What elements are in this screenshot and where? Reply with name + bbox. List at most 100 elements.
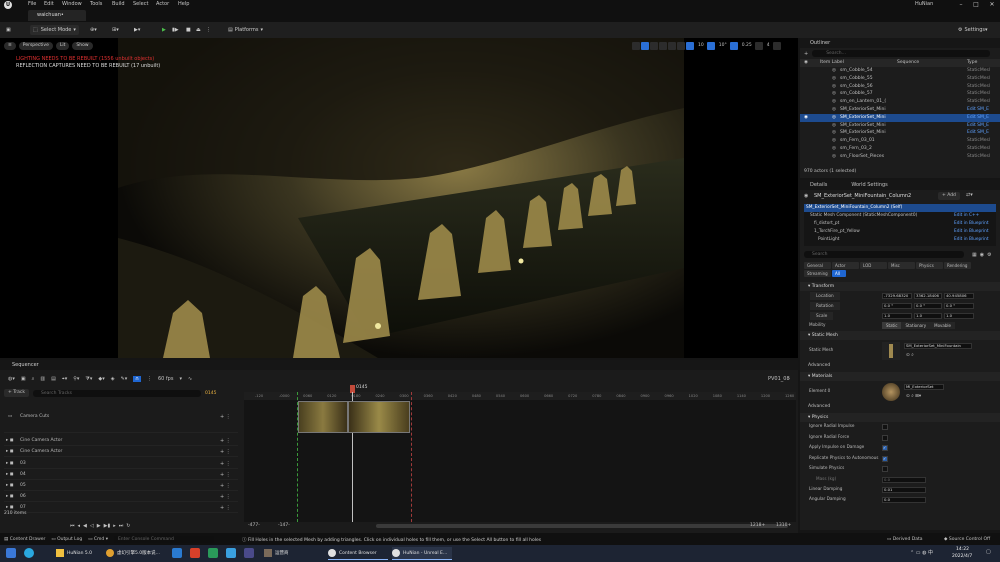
menu-build[interactable]: Build bbox=[112, 1, 125, 7]
taskbar-app-2[interactable]: 虚幻引擎5.0版本说... bbox=[106, 547, 164, 560]
blueprint-icon[interactable]: ⊞▾ bbox=[112, 25, 119, 35]
camera-cut-clip-2[interactable] bbox=[348, 401, 410, 433]
category-filter-button[interactable]: All bbox=[832, 270, 846, 277]
outliner-row[interactable]: ◎ sm_Cobble_57 StaticMesl bbox=[800, 90, 1000, 98]
add-key-icon[interactable]: + ⋮ bbox=[220, 492, 231, 502]
content-drawer-button[interactable]: ▤ Content Drawer bbox=[4, 537, 45, 542]
mobility-static[interactable]: Static bbox=[882, 322, 902, 329]
component-row[interactable]: fi_distort_pt Edit in Blueprint bbox=[804, 220, 996, 228]
next-frame-icon[interactable]: ▶▮ bbox=[104, 523, 111, 529]
select-mode-dropdown[interactable]: ⬚ Select Mode ▾ bbox=[30, 25, 79, 35]
sequencer-track[interactable]: ▭ Camera Cuts + ⋮ bbox=[4, 411, 238, 433]
physics-checkbox[interactable]: ✓ bbox=[882, 445, 888, 451]
chevron-right-icon[interactable]: › bbox=[788, 376, 790, 382]
output-log-button[interactable]: ▭ Output Log bbox=[51, 537, 82, 542]
actor-name[interactable]: SM_ExteriorSet_MiniFountain_Column2 bbox=[814, 193, 911, 199]
move-tool-icon[interactable] bbox=[641, 41, 649, 50]
next-key-icon[interactable]: ▸ bbox=[113, 523, 116, 529]
sequencer-track[interactable]: ▸ ◼ 06 + ⋮ bbox=[4, 492, 238, 502]
scale-z[interactable]: 1.0 bbox=[944, 313, 974, 319]
sequencer-track[interactable]: ▸ ◼ Cine Camera Actor + ⋮ bbox=[4, 447, 238, 457]
add-key-icon[interactable]: + ⋮ bbox=[220, 436, 231, 446]
select-tool-icon[interactable] bbox=[632, 41, 640, 50]
perspective-button[interactable]: Perspective bbox=[18, 41, 53, 50]
maximize-icon[interactable]: □ bbox=[970, 1, 982, 8]
category-filter-button[interactable]: LOD bbox=[860, 262, 887, 269]
surface-snap-icon[interactable] bbox=[677, 41, 685, 50]
search-icon[interactable]: ⌕ bbox=[32, 376, 35, 382]
outliner-row[interactable]: ◎ sm_Cobble_54 StaticMesl bbox=[800, 67, 1000, 75]
taskbar-app-3[interactable]: 运营商 bbox=[264, 547, 324, 560]
viewport-menu-icon[interactable]: ≡ bbox=[4, 41, 16, 50]
advanced-materials-toggle[interactable]: Advanced bbox=[800, 403, 1000, 413]
mobility-movable[interactable]: Movable bbox=[930, 322, 955, 329]
sequencer-track[interactable]: ▸ ◼ Cine Camera Actor + ⋮ bbox=[4, 436, 238, 446]
play-options-icon[interactable]: ⋮ bbox=[206, 25, 211, 35]
scale-y[interactable]: 1.0 bbox=[914, 313, 942, 319]
taskbar-app-1[interactable]: HuNian 5.0 bbox=[44, 547, 104, 560]
add-key-icon[interactable]: + ⋮ bbox=[220, 459, 231, 469]
eject-button[interactable]: ⏏ bbox=[196, 25, 201, 35]
taskbar-app-5[interactable]: HuNian - Unreal E... bbox=[392, 547, 452, 560]
timeline-scrollbar[interactable] bbox=[376, 524, 788, 528]
add-content-icon[interactable]: ⊕▾ bbox=[90, 25, 97, 35]
component-edit-link[interactable]: Edit in Blueprint bbox=[954, 220, 989, 228]
menu-window[interactable]: Window bbox=[62, 1, 82, 7]
minimize-icon[interactable]: – bbox=[955, 1, 967, 8]
menu-select[interactable]: Select bbox=[133, 1, 148, 7]
outliner-search-input[interactable]: Search... bbox=[812, 50, 991, 57]
outliner-row[interactable]: ◎ SM_ExteriorSet_Mini Edit SM_E bbox=[800, 129, 1000, 137]
mobility-stationary[interactable]: Stationary bbox=[901, 322, 931, 329]
browse-icon[interactable]: ⊙ ⌕ bbox=[906, 352, 914, 360]
snap-icon[interactable]: ⌖▾ bbox=[62, 376, 67, 382]
edge-icon[interactable] bbox=[24, 548, 34, 558]
outliner-row[interactable]: ◎ sm_en_Lantern_01_(StaticMesl bbox=[800, 98, 1000, 106]
outliner-row[interactable]: ◎ sm_Fern_03_2 StaticMesl bbox=[800, 145, 1000, 153]
app-icon-red[interactable] bbox=[190, 548, 200, 558]
scale-x[interactable]: 1.0 bbox=[882, 313, 912, 319]
gear-icon[interactable]: ⚙ bbox=[987, 252, 991, 258]
outliner-row-type[interactable]: Edit SM_E bbox=[967, 129, 989, 137]
component-row[interactable]: SM_ExteriorSet_MiniFountain_Column2 (Sel… bbox=[804, 204, 996, 212]
visibility-icon[interactable]: ◉ bbox=[804, 59, 808, 67]
sequencer-track[interactable]: ▸ ◼ 05 + ⋮ bbox=[4, 481, 238, 491]
physics-checkbox[interactable] bbox=[882, 466, 888, 472]
clock-date[interactable]: 2022/4/7 bbox=[952, 554, 972, 559]
notification-icon[interactable]: ▢ bbox=[986, 549, 991, 555]
advanced-toggle[interactable]: Advanced bbox=[800, 362, 1000, 372]
sequencer-track[interactable]: ▸ ◼ 07 + ⋮ bbox=[4, 503, 238, 513]
location-z[interactable]: 40.945806 bbox=[944, 293, 974, 299]
range-in[interactable]: -147- bbox=[278, 523, 290, 528]
range-start[interactable]: -477- bbox=[248, 523, 260, 528]
outliner-row[interactable]: ◎ SM_ExteriorSet_Mini Edit SM_E bbox=[800, 106, 1000, 114]
outliner-row[interactable]: ◎ sm_FloorSet_Pieces StaticMesl bbox=[800, 153, 1000, 161]
prev-frame-icon[interactable]: ◀ bbox=[83, 523, 87, 529]
keys-icon[interactable]: ⚲▾ bbox=[73, 376, 79, 382]
outliner-row-type[interactable]: Edit SM_E bbox=[967, 114, 989, 122]
sequencer-track[interactable]: ▸ ◼ 04 + ⋮ bbox=[4, 470, 238, 480]
cmd-dropdown[interactable]: ▭ Cmd ▾ bbox=[88, 537, 108, 542]
grid-snap-icon[interactable] bbox=[686, 41, 694, 50]
show-button[interactable]: Show bbox=[72, 41, 93, 50]
rotation-snap-value[interactable]: 10° bbox=[719, 43, 727, 48]
materials-section[interactable]: ▾ Materials bbox=[800, 372, 1000, 381]
tab-world-settings[interactable]: World Settings bbox=[847, 182, 887, 188]
component-edit-link[interactable]: Edit in C++ bbox=[954, 212, 979, 220]
jump-start-icon[interactable]: ⏮ bbox=[70, 523, 75, 529]
sequencer-track[interactable]: ▸ ◼ 03 + ⋮ bbox=[4, 459, 238, 469]
app-icon-green[interactable] bbox=[208, 548, 218, 558]
play-icon[interactable]: ▶ bbox=[97, 523, 101, 529]
mass-field[interactable]: 0.0 bbox=[882, 476, 926, 483]
category-filter-button[interactable]: Rendering bbox=[944, 262, 971, 269]
add-key-icon[interactable]: + ⋮ bbox=[220, 447, 231, 457]
details-search-input[interactable]: Search bbox=[804, 251, 964, 258]
reverse-icon[interactable]: ◁ bbox=[90, 523, 94, 529]
world-icon[interactable]: ◍▾ bbox=[8, 376, 15, 382]
jump-end-icon[interactable]: ⏭ bbox=[119, 523, 124, 529]
menu-edit[interactable]: Edit bbox=[44, 1, 54, 7]
app-icon-purple[interactable] bbox=[244, 548, 254, 558]
current-frame[interactable]: 0145 bbox=[205, 391, 216, 396]
menu-tools[interactable]: Tools bbox=[90, 1, 102, 7]
world-space-icon[interactable] bbox=[668, 41, 676, 50]
step-button[interactable]: ▮▶ bbox=[172, 25, 179, 35]
